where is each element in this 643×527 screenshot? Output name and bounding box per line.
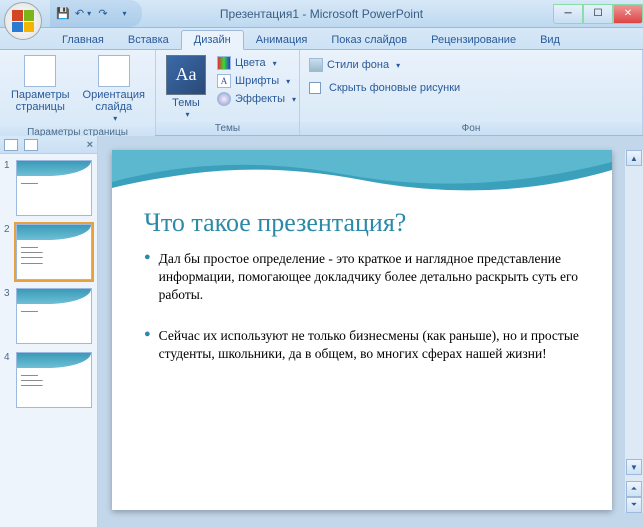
- maximize-button[interactable]: ☐: [583, 4, 613, 24]
- vertical-scrollbar[interactable]: ▲ ▼ ⏶ ⏷: [625, 150, 643, 513]
- colors-icon: [217, 56, 231, 70]
- slide-title[interactable]: Что такое презентация?: [144, 208, 406, 238]
- undo-button[interactable]: ↶: [74, 5, 92, 23]
- outline-tab-icon[interactable]: [24, 139, 38, 151]
- office-logo-icon: [12, 10, 34, 32]
- bullet-item[interactable]: Дал бы простое определение - это краткое…: [144, 250, 588, 305]
- title-bar: 💾 ↶ ↷ Презентация1 - Microsoft PowerPoin…: [0, 0, 643, 28]
- slide-orientation-button[interactable]: Ориентация слайда: [79, 53, 149, 126]
- hide-bg-label: Скрыть фоновые рисунки: [329, 82, 460, 94]
- checkbox-icon: [309, 82, 321, 94]
- slide-thumbnails-pane: × 1 ━━━━━━━ 2 ━━━━━━━━━━━━━━━━━━━━━━━━━━…: [0, 136, 98, 527]
- ribbon-tabs: Главная Вставка Дизайн Анимация Показ сл…: [0, 28, 643, 50]
- close-button[interactable]: ✕: [613, 4, 643, 24]
- themes-label: Темы: [172, 97, 200, 109]
- office-button[interactable]: [4, 2, 42, 40]
- workspace: × 1 ━━━━━━━ 2 ━━━━━━━━━━━━━━━━━━━━━━━━━━…: [0, 136, 643, 527]
- slide-editor-area[interactable]: Что такое презентация? Дал бы простое оп…: [98, 136, 643, 527]
- tab-review[interactable]: Рецензирование: [419, 31, 528, 49]
- thumb-number: 2: [4, 224, 12, 280]
- thumb-item[interactable]: 1 ━━━━━━━: [4, 160, 93, 216]
- background-styles-button[interactable]: Стили фона: [306, 57, 403, 73]
- group-themes: Aa Темы Цвета A Шрифты Эффекты Темы: [156, 50, 300, 135]
- effects-button[interactable]: Эффекты: [214, 91, 299, 107]
- thumb-item[interactable]: 4 ━━━━━━━━━━━━━━━━━━━━━━━━━: [4, 352, 93, 408]
- group-page-setup: Параметры страницы Ориентация слайда Пар…: [0, 50, 156, 135]
- window-controls: ─ ☐ ✕: [553, 4, 643, 24]
- orientation-label: Ориентация слайда: [83, 89, 145, 113]
- next-slide-button[interactable]: ⏷: [626, 497, 642, 513]
- group-background: Стили фона Скрыть фоновые рисунки Фон: [300, 50, 643, 135]
- orientation-icon: [98, 55, 130, 87]
- colors-button[interactable]: Цвета: [214, 55, 299, 71]
- group-themes-label: Темы: [156, 122, 299, 135]
- bullet-text: Сейчас их используют не только бизнесмен…: [159, 327, 588, 363]
- quick-access-toolbar: 💾 ↶ ↷: [50, 0, 142, 27]
- tab-view[interactable]: Вид: [528, 31, 572, 49]
- save-button[interactable]: 💾: [54, 5, 72, 23]
- colors-label: Цвета: [235, 57, 266, 69]
- scroll-down-button[interactable]: ▼: [626, 459, 642, 475]
- slide-thumbnail-1[interactable]: ━━━━━━━: [16, 160, 92, 216]
- slides-tab-icon[interactable]: [4, 139, 18, 151]
- thumb-number: 3: [4, 288, 12, 344]
- fonts-icon: A: [217, 74, 231, 88]
- fonts-button[interactable]: A Шрифты: [214, 73, 299, 89]
- redo-button[interactable]: ↷: [94, 5, 112, 23]
- scroll-up-button[interactable]: ▲: [626, 150, 642, 166]
- fonts-label: Шрифты: [235, 75, 279, 87]
- slide-thumbnail-3[interactable]: ━━━━━━━: [16, 288, 92, 344]
- thumb-number: 4: [4, 352, 12, 408]
- group-bg-label: Фон: [300, 122, 642, 135]
- tab-insert[interactable]: Вставка: [116, 31, 181, 49]
- thumb-number: 1: [4, 160, 12, 216]
- slide-thumbnail-2[interactable]: ━━━━━━━━━━━━━━━━━━━━━━━━━━━━━━━━━━: [16, 224, 92, 280]
- thumbs-header: ×: [0, 136, 97, 154]
- page-setup-icon: [24, 55, 56, 87]
- slide-wave-decoration: [112, 150, 612, 206]
- thumb-item[interactable]: 3 ━━━━━━━: [4, 288, 93, 344]
- page-setup-button[interactable]: Параметры страницы: [6, 53, 75, 115]
- thumb-item[interactable]: 2 ━━━━━━━━━━━━━━━━━━━━━━━━━━━━━━━━━━: [4, 224, 93, 280]
- thumbs-list[interactable]: 1 ━━━━━━━ 2 ━━━━━━━━━━━━━━━━━━━━━━━━━━━━…: [0, 154, 97, 527]
- bg-styles-icon: [309, 58, 323, 72]
- tab-home[interactable]: Главная: [50, 31, 116, 49]
- prev-slide-button[interactable]: ⏶: [626, 481, 642, 497]
- tab-slideshow[interactable]: Показ слайдов: [319, 31, 419, 49]
- minimize-button[interactable]: ─: [553, 4, 583, 24]
- slide-body[interactable]: Дал бы простое определение - это краткое…: [144, 250, 588, 385]
- themes-icon: Aa: [166, 55, 206, 95]
- thumbs-close-button[interactable]: ×: [87, 139, 93, 151]
- page-setup-label: Параметры страницы: [10, 89, 71, 113]
- tab-animation[interactable]: Анимация: [244, 31, 320, 49]
- ribbon: Параметры страницы Ориентация слайда Пар…: [0, 50, 643, 136]
- hide-bg-checkbox[interactable]: Скрыть фоновые рисунки: [306, 81, 463, 95]
- tab-design[interactable]: Дизайн: [181, 30, 244, 50]
- bullet-item[interactable]: Сейчас их используют не только бизнесмен…: [144, 327, 588, 363]
- qat-customize-button[interactable]: [114, 5, 132, 23]
- bullet-text: Дал бы простое определение - это краткое…: [159, 250, 588, 305]
- themes-button[interactable]: Aa Темы: [162, 53, 210, 122]
- slide-thumbnail-4[interactable]: ━━━━━━━━━━━━━━━━━━━━━━━━━: [16, 352, 92, 408]
- effects-label: Эффекты: [235, 93, 285, 105]
- bg-styles-label: Стили фона: [327, 59, 389, 71]
- effects-icon: [217, 92, 231, 106]
- current-slide[interactable]: Что такое презентация? Дал бы простое оп…: [112, 150, 612, 510]
